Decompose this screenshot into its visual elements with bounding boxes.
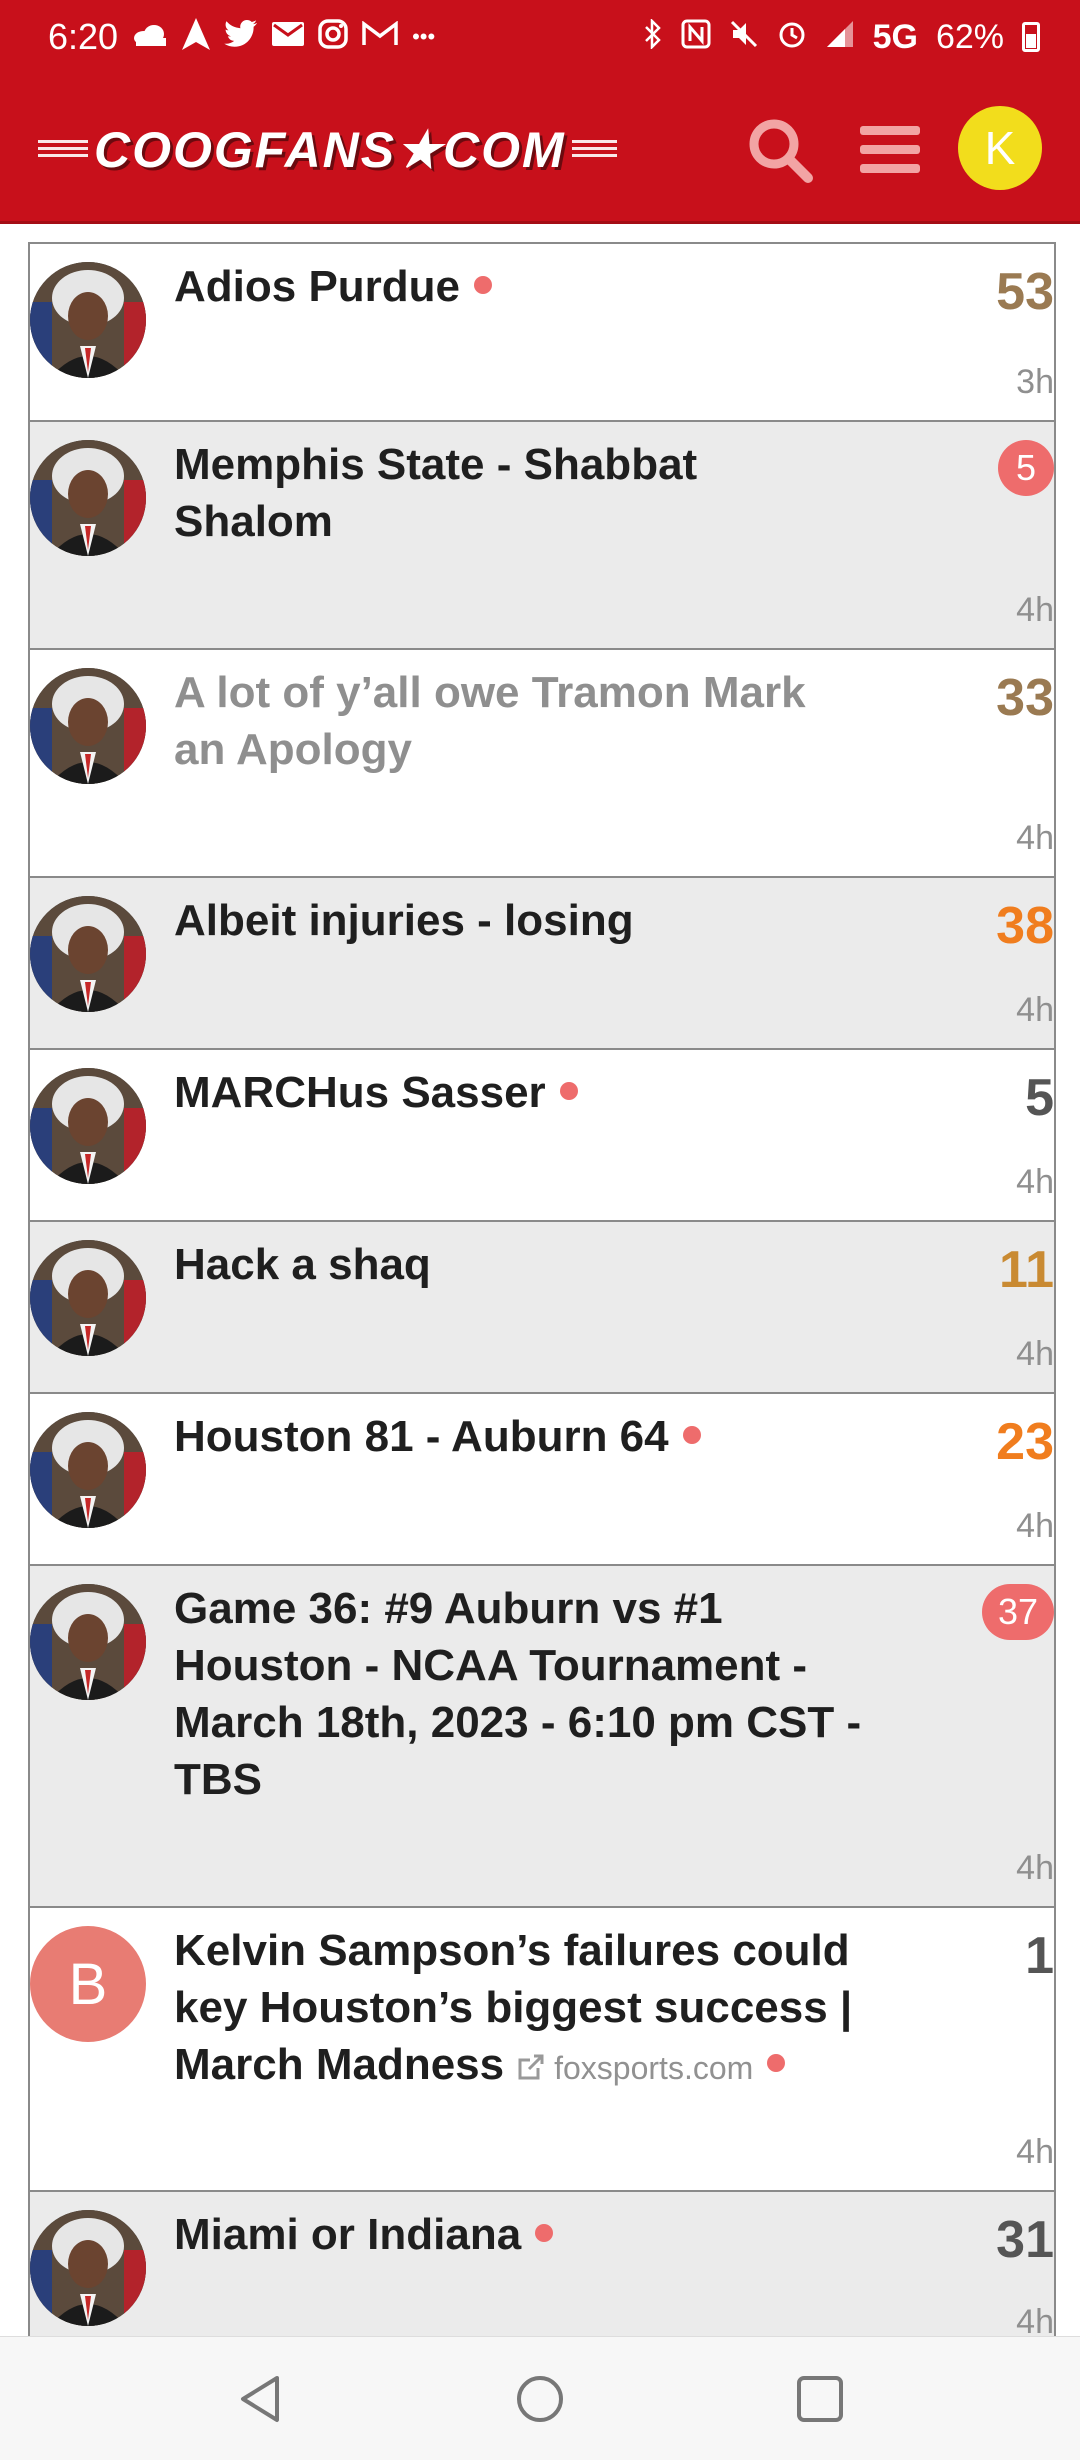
new-topic-dot [682,1426,701,1445]
gmail-icon [362,20,398,53]
topic-title-link[interactable]: Memphis State - Shabbat Shalom [174,436,864,550]
topic-row[interactable]: Houston 81 - Auburn 64 23 4h [28,1394,1056,1566]
android-nav-bar [0,2336,1080,2460]
poster-avatar[interactable] [30,1584,146,1700]
mute-icon [729,19,759,55]
topic-row[interactable]: Memphis State - Shabbat Shalom 5 4h [28,422,1056,650]
topic-title-text: Albeit injuries - losing [174,896,634,945]
logo-text: COOGFANS★COM [94,122,566,178]
home-button[interactable] [495,2354,585,2444]
alarm-icon [777,19,807,55]
topic-title-text: A lot of y’all owe Tramon Mark an Apolog… [174,668,806,774]
battery-icon [1022,22,1040,52]
site-header: COOGFANS★COM K [0,74,1080,224]
topic-title-link[interactable]: Albeit injuries - losing [174,892,864,949]
reply-count[interactable]: 11 [999,1240,1054,1300]
poster-avatar[interactable] [30,668,146,784]
activity-age[interactable]: 4h [1016,2133,1054,2172]
back-button[interactable] [215,2354,305,2444]
new-topic-dot [535,2224,554,2243]
navigation-icon [182,18,211,56]
topic-title-text: Houston 81 - Auburn 64 [174,1412,669,1461]
topic-title-link[interactable]: Houston 81 - Auburn 64 [174,1408,864,1465]
topic-title-text: MARCHus Sasser [174,1068,546,1117]
topic-title-link[interactable]: Adios Purdue [174,258,864,315]
poster-avatar[interactable] [30,440,146,556]
link-domain[interactable]: foxsports.com [554,2050,753,2086]
activity-age[interactable]: 4h [1016,1335,1054,1374]
reply-count[interactable]: 33 [996,668,1054,728]
new-topic-dot [767,2054,786,2073]
topic-title-text: Miami or Indiana [174,2210,522,2259]
status-bar: 6:20 ••• 5G 62% [0,0,1080,74]
poster-avatar[interactable] [30,1068,146,1184]
topic-row[interactable]: B Kelvin Sampson’s failures could key Hou… [28,1908,1056,2192]
recents-button[interactable] [775,2354,865,2444]
reply-count[interactable]: 38 [996,896,1054,956]
topic-list: Adios Purdue 53 3h Memphis State - Shabbat … [28,224,1056,2362]
topic-row[interactable]: Hack a shaq 11 4h [28,1222,1056,1394]
activity-age[interactable]: 4h [1016,819,1054,858]
reply-count[interactable]: 31 [996,2210,1054,2270]
logo-speed-lines [571,140,617,160]
status-time: 6:20 [48,16,119,57]
twitter-icon [224,20,258,54]
poster-avatar[interactable] [30,2210,146,2326]
menu-button[interactable] [848,108,932,192]
logo-speed-lines [38,140,88,160]
activity-age[interactable]: 4h [1016,1507,1054,1546]
reply-count[interactable]: 23 [996,1412,1054,1472]
reply-count[interactable]: 53 [996,262,1054,322]
instagram-icon [318,19,348,55]
topic-title-text: Memphis State - Shabbat Shalom [174,440,698,546]
poster-avatar[interactable] [30,262,146,378]
new-topic-dot [474,276,493,295]
topic-row[interactable]: Game 36: #9 Auburn vs #1 Houston - NCAA … [28,1566,1056,1908]
topic-row[interactable]: Albeit injuries - losing 38 4h [28,878,1056,1050]
more-icon: ••• [412,24,436,49]
network-type: 5G [872,17,918,56]
poster-avatar[interactable]: B [30,1926,146,2042]
activity-age[interactable]: 4h [1016,991,1054,1030]
external-link-icon [516,2039,546,2096]
topic-title-link[interactable]: Hack a shaq [174,1236,864,1293]
topic-title-link[interactable]: Game 36: #9 Auburn vs #1 Houston - NCAA … [174,1580,864,1808]
mail-icon [272,22,305,52]
poster-avatar[interactable] [30,1412,146,1528]
reply-count[interactable]: 5 [1025,1068,1054,1128]
battery-percent: 62% [935,17,1004,56]
bluetooth-icon [643,17,663,55]
poster-avatar[interactable] [30,896,146,1012]
topic-title-link[interactable]: A lot of y’all owe Tramon Mark an Apolog… [174,664,864,778]
activity-age[interactable]: 4h [1016,1163,1054,1202]
unread-count-badge[interactable]: 37 [981,1584,1054,1640]
topic-title-link[interactable]: Miami or Indiana [174,2206,864,2263]
new-topic-dot [559,1082,578,1101]
signal-icon [825,19,855,55]
topic-title-text: Game 36: #9 Auburn vs #1 Houston - NCAA … [174,1584,862,1804]
recents-icon [797,2375,843,2422]
topic-title-link[interactable]: Kelvin Sampson’s failures could key Hous… [174,1922,864,2097]
activity-age[interactable]: 4h [1016,591,1054,630]
topic-title-link[interactable]: MARCHus Sasser [174,1064,864,1121]
activity-age[interactable]: 4h [1016,1849,1054,1888]
poster-avatar[interactable] [30,1240,146,1356]
search-icon [749,119,813,183]
topic-title-text: Hack a shaq [174,1240,431,1289]
topic-row[interactable]: Adios Purdue 53 3h [28,242,1056,422]
back-icon [241,2375,279,2422]
user-avatar-button[interactable]: K [958,106,1042,190]
search-button[interactable] [738,108,822,192]
nfc-icon [681,19,711,55]
activity-age[interactable]: 3h [1016,363,1054,402]
unread-count-badge[interactable]: 5 [998,440,1054,496]
reply-count[interactable]: 1 [1025,1926,1054,1986]
cloud-icon [132,22,168,52]
topic-row[interactable]: A lot of y’all owe Tramon Mark an Apolog… [28,650,1056,878]
topic-row[interactable]: MARCHus Sasser 5 4h [28,1050,1056,1222]
site-logo[interactable]: COOGFANS★COM [38,120,638,180]
topic-title-text: Adios Purdue [174,262,461,311]
hamburger-icon [860,126,920,173]
home-icon [517,2375,563,2422]
